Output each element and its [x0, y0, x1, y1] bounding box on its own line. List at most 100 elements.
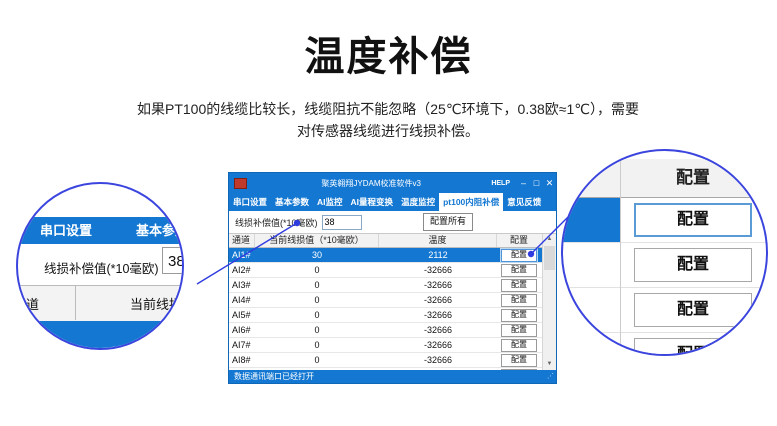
lz-column-divider: [75, 285, 76, 320]
minimize-button[interactable]: –: [517, 173, 530, 193]
app-icon: [234, 178, 247, 189]
config-all-button[interactable]: 配置所有: [423, 213, 473, 231]
rz-config-header: 配置: [563, 159, 766, 198]
cell-line-loss: 0: [255, 293, 379, 307]
lz-tab-bar: 串口设置 基本参数: [18, 217, 182, 244]
compensation-label: 线损补偿值(*10毫欧): [235, 216, 318, 229]
rz-config-button[interactable]: 配置: [634, 293, 752, 327]
config-button[interactable]: 配置: [501, 354, 537, 367]
rz-table-row: 配置: [563, 288, 766, 333]
rz-button-cell: 配置: [620, 288, 766, 332]
config-button[interactable]: 配置: [501, 309, 537, 322]
lz-compensation-label: 线损补偿值(*10毫欧): [44, 258, 159, 277]
rz-rows: 配置 配置 配置 配置: [563, 198, 766, 356]
cell-line-loss: 0: [255, 308, 379, 322]
lz-compensation-value: 38: [168, 253, 184, 270]
toolbar: 线损补偿值(*10毫欧) 配置所有: [229, 211, 556, 234]
lz-header-channel: 通道: [16, 294, 39, 313]
scroll-up-icon[interactable]: ▲: [543, 234, 556, 245]
rz-button-cell: 配置: [620, 243, 766, 287]
table-row[interactable]: AI4# 0 -32666 配置: [229, 293, 556, 308]
cell-config: 配置: [497, 249, 541, 262]
cell-channel: AI6#: [229, 323, 255, 337]
page-title: 温度补偿: [0, 24, 777, 82]
table-row[interactable]: AI1# 30 2112 配置: [229, 248, 556, 263]
right-magnifier-circle: 配置 配置 配置 配置 配置: [561, 149, 768, 356]
channel-table: 通道 当前线损值（*10毫欧） 温度 配置 AI1# 30 2112 配置 AI…: [229, 234, 556, 370]
page: 温度补偿 如果PT100的线缆比较长，线缆阻抗不能忽略（25℃环境下，0.38欧…: [0, 0, 777, 426]
table-row[interactable]: AI8# 0 -32666 配置: [229, 353, 556, 368]
window-tab[interactable]: 串口设置: [229, 193, 271, 211]
table-row[interactable]: AI6# 0 -32666 配置: [229, 323, 556, 338]
window-tab[interactable]: 基本参数: [271, 193, 313, 211]
cell-config: 配置: [497, 279, 541, 292]
rz-row-slice: [563, 333, 620, 356]
rz-table-row: 配置: [563, 243, 766, 288]
window-tab[interactable]: AI量程变换: [347, 193, 398, 211]
cell-config: 配置: [497, 309, 541, 322]
scroll-down-icon[interactable]: ▼: [543, 359, 556, 370]
cell-line-loss: 0: [255, 323, 379, 337]
config-button[interactable]: 配置: [501, 294, 537, 307]
config-button[interactable]: 配置: [501, 324, 537, 337]
config-button[interactable]: 配置: [501, 339, 537, 352]
table-row[interactable]: AI5# 0 -32666 配置: [229, 308, 556, 323]
cell-config: 配置: [497, 294, 541, 307]
window-tab[interactable]: pt100内阻补偿: [439, 193, 503, 211]
rz-config-button[interactable]: 配置: [634, 338, 752, 356]
cell-channel: AI3#: [229, 278, 255, 292]
app-window: 聚英翱翔JYDAM校准软件v3 HELP – □ ✕ 串口设置基本参数AI监控A…: [228, 172, 557, 384]
rz-config-button[interactable]: 配置: [634, 203, 752, 237]
window-tab[interactable]: 温度监控: [397, 193, 439, 211]
left-magnifier-circle: 串口设置 基本参数 线损补偿值(*10毫欧) 38 通道 当前线损值(: [16, 182, 184, 350]
rz-button-cell: 配置: [620, 198, 766, 242]
col-header-temperature: 温度: [379, 234, 497, 247]
window-tab[interactable]: 意见反馈: [503, 193, 545, 211]
cell-channel: AI4#: [229, 293, 255, 307]
help-button[interactable]: HELP: [491, 180, 510, 187]
cell-temperature: 2112: [379, 248, 497, 262]
cell-channel: AI1#: [229, 248, 255, 262]
cell-config: 配置: [497, 324, 541, 337]
config-button[interactable]: 配置: [501, 279, 537, 292]
cell-line-loss: 30: [255, 248, 379, 262]
window-title: 聚英翱翔JYDAM校准软件v3: [251, 178, 491, 189]
cell-config: 配置: [497, 354, 541, 367]
window-tab[interactable]: AI监控: [313, 193, 347, 211]
cell-temperature: -32666: [379, 338, 497, 352]
lz-compensation-input[interactable]: 38: [162, 247, 184, 274]
description-line-2: 对传感器线缆进行线损补偿。: [297, 123, 479, 139]
vertical-scrollbar[interactable]: ▲ ▼: [542, 234, 556, 370]
resize-grip-icon: ⋰: [547, 370, 554, 383]
lz-tab-serial[interactable]: 串口设置: [40, 217, 92, 244]
cell-line-loss: 0: [255, 263, 379, 277]
close-button[interactable]: ✕: [543, 173, 556, 193]
rz-column-divider: [620, 151, 621, 354]
scroll-thumb[interactable]: [544, 246, 555, 270]
titlebar: 聚英翱翔JYDAM校准软件v3 HELP – □ ✕: [229, 173, 556, 193]
rz-row-slice: [563, 198, 620, 242]
maximize-button[interactable]: □: [530, 173, 543, 193]
table-row[interactable]: AI7# 0 -32666 配置: [229, 338, 556, 353]
description-line-1: 如果PT100的线缆比较长，线缆阻抗不能忽略（25℃环境下，0.38欧≈1℃），…: [137, 101, 639, 117]
rz-table-row: 配置: [563, 198, 766, 243]
config-button[interactable]: 配置: [501, 249, 537, 262]
cell-channel: AI8#: [229, 353, 255, 367]
cell-temperature: -32666: [379, 323, 497, 337]
rz-config-button[interactable]: 配置: [634, 248, 752, 282]
cell-channel: AI2#: [229, 263, 255, 277]
cell-config: 配置: [497, 264, 541, 277]
table-row[interactable]: AI2# 0 -32666 配置: [229, 263, 556, 278]
rz-table-row: 配置: [563, 333, 766, 356]
status-bar: 数据通讯端口已经打开 ⋰: [229, 370, 556, 383]
lz-header-value: 当前线损值(: [130, 294, 184, 313]
config-button[interactable]: 配置: [501, 264, 537, 277]
cell-line-loss: 0: [255, 353, 379, 367]
cell-temperature: -32666: [379, 308, 497, 322]
cell-channel: AI5#: [229, 308, 255, 322]
rz-config-header-label: 配置: [620, 159, 766, 197]
compensation-input[interactable]: [322, 215, 362, 230]
cell-temperature: -32666: [379, 263, 497, 277]
table-row[interactable]: AI3# 0 -32666 配置: [229, 278, 556, 293]
lz-tab-basic[interactable]: 基本参数: [136, 217, 184, 244]
